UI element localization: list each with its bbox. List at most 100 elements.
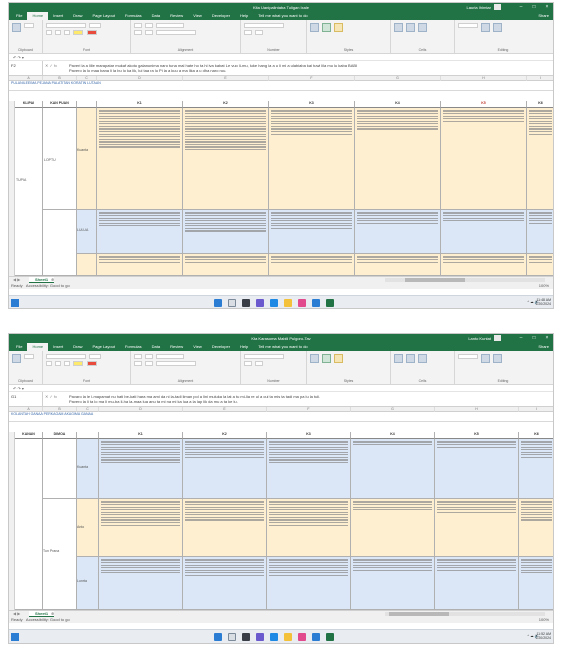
sort-filter-icon[interactable] xyxy=(481,23,491,32)
tab-developer[interactable]: Developer xyxy=(207,343,235,351)
header-cell[interactable] xyxy=(77,101,97,108)
text-cell[interactable] xyxy=(355,108,441,210)
merge-center-button[interactable] xyxy=(156,361,197,366)
column-code[interactable]: K1 xyxy=(99,432,183,439)
horizontal-scrollbar[interactable] xyxy=(385,278,545,282)
zoom-level[interactable]: 100% xyxy=(539,617,549,623)
align-left-button[interactable] xyxy=(134,361,142,366)
column-code[interactable]: K2 xyxy=(183,432,267,439)
horizontal-scrollbar[interactable] xyxy=(385,612,545,616)
text-cell[interactable] xyxy=(99,439,183,499)
text-cell[interactable] xyxy=(97,210,183,254)
align-left-button[interactable] xyxy=(134,30,142,35)
align-center-button[interactable] xyxy=(145,361,154,366)
text-cell[interactable] xyxy=(97,108,183,210)
align-middle-button[interactable] xyxy=(145,23,154,28)
merged-label-cell[interactable] xyxy=(43,439,77,499)
teams-icon[interactable] xyxy=(256,633,264,641)
column-header[interactable]: H xyxy=(435,407,519,412)
tab-formulas[interactable]: Formulas xyxy=(120,343,147,351)
cut-button[interactable] xyxy=(24,354,35,359)
text-cell[interactable] xyxy=(269,108,355,210)
share-button[interactable]: Share xyxy=(538,343,549,351)
accessibility-status[interactable]: Accessibility: Good to go xyxy=(26,283,70,288)
text-cell[interactable] xyxy=(435,557,519,610)
search-icon[interactable] xyxy=(228,633,236,641)
formula-input[interactable]: Pavaro la le l-mapamat nu hati be-kati h… xyxy=(65,392,553,406)
text-cell[interactable] xyxy=(519,557,553,610)
column-header[interactable]: I xyxy=(519,407,553,412)
tab-developer[interactable]: Developer xyxy=(207,12,235,20)
text-cell[interactable] xyxy=(355,254,441,276)
fx-icon[interactable]: ✕ ✓ fx xyxy=(43,61,65,75)
name-box[interactable]: F2 xyxy=(9,61,43,75)
format-cells-icon[interactable] xyxy=(418,354,428,363)
column-code[interactable]: K3 xyxy=(269,101,355,108)
mail-icon[interactable] xyxy=(312,299,320,307)
merged-label-cell[interactable]: Tun Prana xyxy=(43,499,77,610)
maximize-icon[interactable]: □ xyxy=(528,3,540,11)
tell-me-search[interactable]: Tell me what you want to do xyxy=(253,343,312,351)
tab-formulas[interactable]: Formulas xyxy=(120,12,147,20)
text-cell[interactable] xyxy=(519,499,553,557)
column-code[interactable]: K2 xyxy=(183,101,269,108)
text-cell[interactable] xyxy=(351,439,435,499)
row-label-cell[interactable]: Kuanta xyxy=(77,439,99,499)
tab-help[interactable]: Help xyxy=(235,12,253,20)
minimize-icon[interactable]: – xyxy=(515,3,527,11)
wrap-text-button[interactable] xyxy=(156,354,185,359)
tab-insert[interactable]: Insert xyxy=(48,12,68,20)
clock[interactable]: 11:48 AM 1/20/2024 xyxy=(535,298,551,306)
bold-button[interactable] xyxy=(46,30,52,35)
text-cell[interactable] xyxy=(527,254,553,276)
text-cell[interactable] xyxy=(519,439,553,499)
column-header[interactable]: D xyxy=(97,76,183,81)
merge-center-button[interactable] xyxy=(156,30,197,35)
font-size-select[interactable] xyxy=(89,354,102,359)
text-cell[interactable] xyxy=(269,254,355,276)
column-header[interactable]: E xyxy=(183,407,267,412)
header-cell[interactable]: KANAN xyxy=(15,432,43,439)
row-label-cell[interactable]: Lunrta xyxy=(77,557,99,610)
scroll-thumb[interactable] xyxy=(405,278,465,282)
scroll-thumb[interactable] xyxy=(389,612,449,616)
insert-cells-icon[interactable] xyxy=(394,354,403,363)
tab-file[interactable]: File xyxy=(11,12,27,20)
format-as-table-icon[interactable] xyxy=(322,23,332,32)
column-code[interactable]: K4 xyxy=(355,101,441,108)
row-label-cell[interactable]: LULUA xyxy=(77,210,97,254)
text-cell[interactable] xyxy=(183,499,267,557)
text-cell[interactable] xyxy=(527,210,553,254)
font-size-select[interactable] xyxy=(89,23,102,28)
text-cell[interactable] xyxy=(99,499,183,557)
edge-icon[interactable] xyxy=(270,299,278,307)
excel-taskbar-icon[interactable] xyxy=(326,633,334,641)
cut-button[interactable] xyxy=(24,23,35,28)
italic-button[interactable] xyxy=(55,361,62,366)
column-code[interactable]: K6 xyxy=(519,432,553,439)
cell-styles-icon[interactable] xyxy=(334,23,344,32)
conditional-formatting-icon[interactable] xyxy=(310,23,319,32)
column-header[interactable]: H xyxy=(441,76,527,81)
column-code[interactable]: K1 xyxy=(97,101,183,108)
mail-icon[interactable] xyxy=(312,633,320,641)
column-header[interactable]: C xyxy=(77,76,97,81)
paste-icon[interactable] xyxy=(12,23,21,32)
widgets-icon[interactable] xyxy=(11,299,19,307)
tab-review[interactable]: Review xyxy=(165,343,188,351)
formula-input[interactable]: Paveri la a lille marapatar mukaf akotu … xyxy=(65,61,553,75)
align-top-button[interactable] xyxy=(134,23,142,28)
column-code[interactable]: K3 xyxy=(267,432,351,439)
file-explorer-icon[interactable] xyxy=(284,299,292,307)
merged-label-cell[interactable] xyxy=(43,210,77,276)
column-header[interactable]: G xyxy=(355,76,441,81)
store-icon[interactable] xyxy=(298,633,306,641)
tab-draw[interactable]: Draw xyxy=(68,12,87,20)
autosum-button[interactable] xyxy=(458,23,478,28)
text-cell[interactable] xyxy=(183,439,267,499)
autosum-button[interactable] xyxy=(458,354,478,359)
tab-review[interactable]: Review xyxy=(165,12,188,20)
text-cell[interactable] xyxy=(267,499,351,557)
text-cell[interactable] xyxy=(183,254,269,276)
text-cell[interactable] xyxy=(97,254,183,276)
